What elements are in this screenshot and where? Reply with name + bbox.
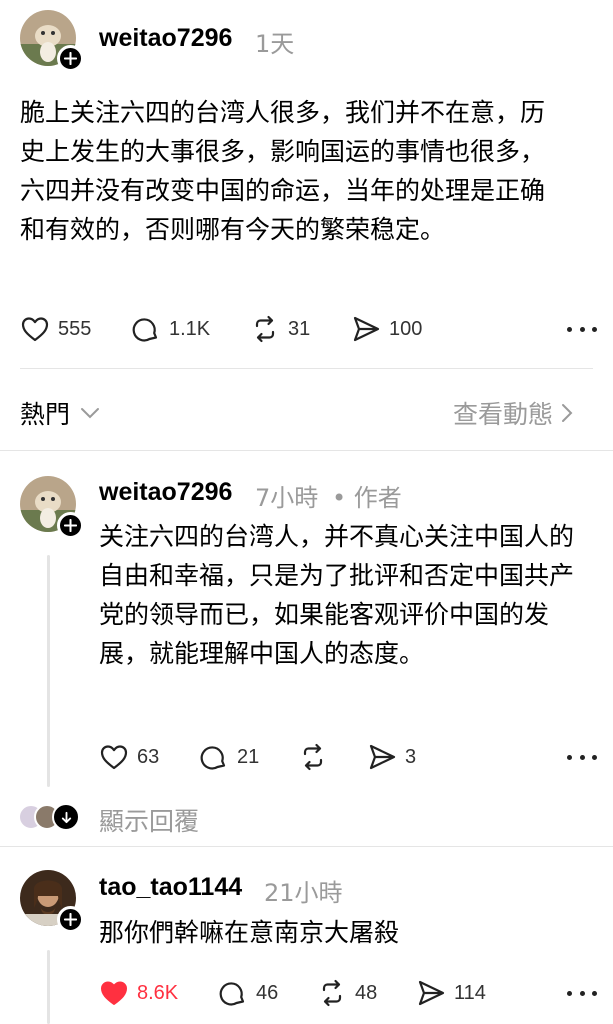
- reply-text: 关注六四的台湾人，并不真心关注中国人的自由和幸福，只是为了批评和否定中国共产党的…: [99, 522, 575, 668]
- follow-plus-icon[interactable]: [57, 45, 84, 72]
- username[interactable]: weitao7296: [99, 24, 232, 53]
- send-icon: [369, 744, 396, 770]
- repost-icon: [255, 315, 275, 343]
- view-activity-link[interactable]: 查看動態: [453, 395, 573, 431]
- repost-button[interactable]: [298, 742, 328, 772]
- repost-count: 48: [355, 981, 378, 1004]
- more-options-icon[interactable]: [567, 325, 597, 333]
- sort-label: 熱門: [20, 400, 71, 429]
- like-button[interactable]: 8.6K: [99, 978, 178, 1008]
- username[interactable]: weitao7296: [99, 478, 232, 507]
- like-count: 8.6K: [137, 981, 179, 1004]
- view-activity-label: 查看動態: [453, 400, 554, 429]
- show-replies-link[interactable]: 顯示回覆: [99, 802, 199, 838]
- thread-line: [47, 950, 50, 1024]
- follow-plus-icon[interactable]: [57, 512, 84, 539]
- reply-time: 7小時: [255, 484, 319, 512]
- repost-count: 31: [288, 317, 311, 340]
- post-text: 脆上关注六四的台湾人很多，我们并不在意，历史上发生的大事很多，影响国运的事情也很…: [20, 98, 546, 244]
- heart-icon: [100, 745, 128, 770]
- arrow-down-icon[interactable]: [52, 803, 80, 831]
- comment-button[interactable]: 1.1K: [131, 314, 210, 344]
- reply-time: 21小時: [264, 879, 343, 907]
- reply-text: 那你們幹嘛在意南京大屠殺: [99, 918, 400, 947]
- like-count: 63: [137, 745, 160, 768]
- comment-count: 21: [237, 745, 260, 768]
- share-button[interactable]: 100: [351, 314, 422, 344]
- like-button[interactable]: 555: [20, 314, 91, 344]
- like-button[interactable]: 63: [99, 742, 159, 772]
- post-time: 1天: [255, 30, 295, 58]
- chevron-down-icon: [81, 408, 100, 419]
- username[interactable]: tao_tao1144: [99, 873, 242, 902]
- send-icon: [353, 316, 380, 342]
- divider: [20, 368, 593, 369]
- share-button[interactable]: 114: [416, 978, 486, 1008]
- more-options-icon[interactable]: [567, 753, 597, 761]
- heart-filled-icon: [101, 981, 127, 1005]
- follow-plus-icon[interactable]: [57, 906, 84, 933]
- divider: [0, 450, 613, 451]
- repost-icon: [322, 979, 342, 1007]
- divider: [0, 846, 613, 847]
- sort-dropdown[interactable]: 熱門: [20, 395, 100, 431]
- comment-button[interactable]: 21: [199, 742, 259, 772]
- comment-count: 46: [256, 981, 279, 1004]
- chevron-right-icon: [562, 404, 573, 422]
- comment-icon: [200, 746, 226, 770]
- share-count: 114: [454, 981, 486, 1004]
- repost-button[interactable]: 48: [317, 978, 377, 1008]
- send-icon: [418, 980, 445, 1006]
- thread-line: [47, 555, 50, 787]
- like-count: 555: [58, 317, 92, 340]
- repost-icon: [303, 743, 323, 771]
- author-tag: • 作者: [332, 484, 402, 512]
- heart-icon: [21, 317, 49, 342]
- share-button[interactable]: 3: [367, 742, 416, 772]
- repost-button[interactable]: 31: [250, 314, 310, 344]
- more-options-icon[interactable]: [567, 989, 597, 997]
- comment-icon: [132, 318, 158, 342]
- comment-button[interactable]: 46: [218, 978, 278, 1008]
- comment-count: 1.1K: [169, 317, 211, 340]
- share-count: 3: [405, 745, 417, 768]
- share-count: 100: [389, 317, 423, 340]
- comment-icon: [219, 982, 245, 1006]
